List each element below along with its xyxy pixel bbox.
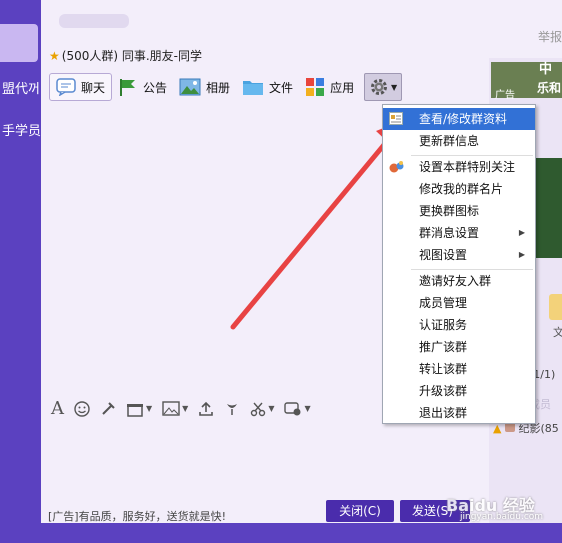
menu-item-update-group-info[interactable]: 更新群信息 [383, 130, 535, 152]
input-toolbar: A ▼ ▼ ▼ ▼ [51, 398, 311, 419]
menu-item-special-follow[interactable]: 设置本群特别关注 [383, 156, 535, 178]
tab-announcement[interactable]: 公告 [112, 73, 173, 101]
menu-item-label: 修改我的群名片 [419, 182, 504, 196]
menu-item-label: 视图设置 [419, 248, 468, 262]
sidebar-item[interactable]: 手学员 [2, 120, 42, 140]
group-settings-menu: 查看/修改群资料 更新群信息 设置本群特别关注 修改我的群名片 更换群图标 群消… [382, 104, 536, 424]
tab-announcement-label: 公告 [143, 80, 168, 95]
sidebar-item[interactable]: 盟代꺼 [2, 78, 42, 98]
submenu-arrow-icon: ▶ [518, 250, 525, 259]
menu-item-quit-group[interactable]: 退出该群 [383, 402, 535, 424]
menu-item-label: 更换群图标 [419, 204, 480, 218]
menu-item-edit-my-card[interactable]: 修改我的群名片 [383, 178, 535, 200]
close-button[interactable]: 关闭(C) [326, 500, 394, 522]
ad-big-text-1: 中 [539, 62, 553, 77]
menu-item-label: 转让该群 [419, 362, 468, 376]
tab-album-label: 相册 [206, 80, 231, 95]
group-card-icon [389, 112, 403, 125]
menu-item-member-management[interactable]: 成员管理 [383, 292, 535, 314]
menu-item-label: 更新群信息 [419, 134, 480, 148]
emoji-icon[interactable] [74, 400, 90, 417]
sidebar-selected-item[interactable] [0, 24, 38, 62]
ad-banner-top[interactable]: 广告 中 乐和 [491, 62, 562, 101]
group-settings-button[interactable]: ▼ [364, 73, 403, 101]
taskbar-strip [0, 523, 562, 543]
menu-item-view-settings[interactable]: 视图设置 ▶ [383, 244, 535, 266]
menu-item-certification[interactable]: 认证服务 [383, 314, 535, 336]
group-toolbar: 聊天 公告 相册 文件 应用 ▼ [49, 72, 403, 102]
report-link[interactable]: 举报 [538, 28, 562, 45]
screenshot-icon[interactable]: ▼ [250, 401, 274, 417]
left-sidebar: 盟代꺼 手学员 [0, 0, 41, 543]
photo-icon [179, 78, 201, 96]
gift-icon[interactable]: ▼ [126, 401, 152, 417]
tab-apps[interactable]: 应用 [299, 73, 360, 101]
baidu-watermark-url: jingyan.baidu.com [460, 512, 544, 522]
group-description: (500人群) 同事.朋友-同学 [61, 49, 202, 63]
menu-item-label: 查看/修改群资料 [419, 112, 508, 126]
record-icon[interactable]: ▼ [284, 401, 311, 416]
menu-item-transfer-group[interactable]: 转让该群 [383, 358, 535, 380]
group-info-line: ★ (500人群) 同事.朋友-同学 [49, 47, 202, 64]
menu-item-invite-friends[interactable]: 邀请好友入群 [383, 270, 535, 292]
menu-item-label: 邀请好友入群 [419, 274, 492, 288]
shake-icon[interactable] [100, 401, 116, 417]
title-bar: 举报 [41, 0, 562, 45]
tab-chat[interactable]: 聊天 [49, 73, 113, 101]
menu-item-label: 认证服务 [419, 318, 468, 332]
ad-text[interactable]: [广告]有品质，服务好，送货就是快! [48, 508, 226, 524]
tab-files[interactable]: 文件 [236, 73, 299, 101]
menu-item-label: 群消息设置 [419, 226, 480, 240]
star-icon: ★ [49, 49, 60, 63]
submenu-arrow-icon: ▶ [518, 228, 525, 237]
menu-item-promote-group[interactable]: 推广该群 [383, 336, 535, 358]
flower-icon[interactable] [224, 401, 240, 417]
apps-icon [306, 78, 325, 96]
menu-item-label: 设置本群特别关注 [419, 160, 516, 174]
flag-icon [120, 79, 136, 96]
ad-tag: 广告 [495, 90, 515, 101]
tab-files-label: 文件 [269, 80, 294, 95]
font-icon[interactable]: A [51, 398, 64, 419]
file-app-label: 文 [553, 326, 562, 339]
menu-item-change-group-icon[interactable]: 更换群图标 [383, 200, 535, 222]
chat-icon [56, 78, 76, 96]
upload-icon[interactable] [198, 401, 214, 417]
tab-apps-label: 应用 [330, 80, 355, 95]
group-name-blurred [59, 14, 129, 28]
ad-big-text-2: 乐和 [537, 81, 562, 95]
menu-item-label: 成员管理 [419, 296, 468, 310]
menu-item-message-settings[interactable]: 群消息设置 ▶ [383, 222, 535, 244]
menu-item-label: 退出该群 [419, 406, 468, 420]
menu-item-view-edit-group-info[interactable]: 查看/修改群资料 [383, 108, 535, 130]
image-icon[interactable]: ▼ [162, 401, 188, 416]
tab-album[interactable]: 相册 [173, 73, 236, 101]
folder-icon [243, 81, 264, 95]
menu-item-label: 推广该群 [419, 340, 468, 354]
chevron-down-icon: ▼ [391, 82, 398, 92]
special-follow-icon [389, 161, 404, 173]
file-app-icon[interactable] [549, 294, 562, 320]
gear-icon [371, 79, 387, 95]
menu-item-upgrade-group[interactable]: 升级该群 [383, 380, 535, 402]
tab-chat-label: 聊天 [81, 80, 106, 95]
menu-item-label: 升级该群 [419, 384, 468, 398]
